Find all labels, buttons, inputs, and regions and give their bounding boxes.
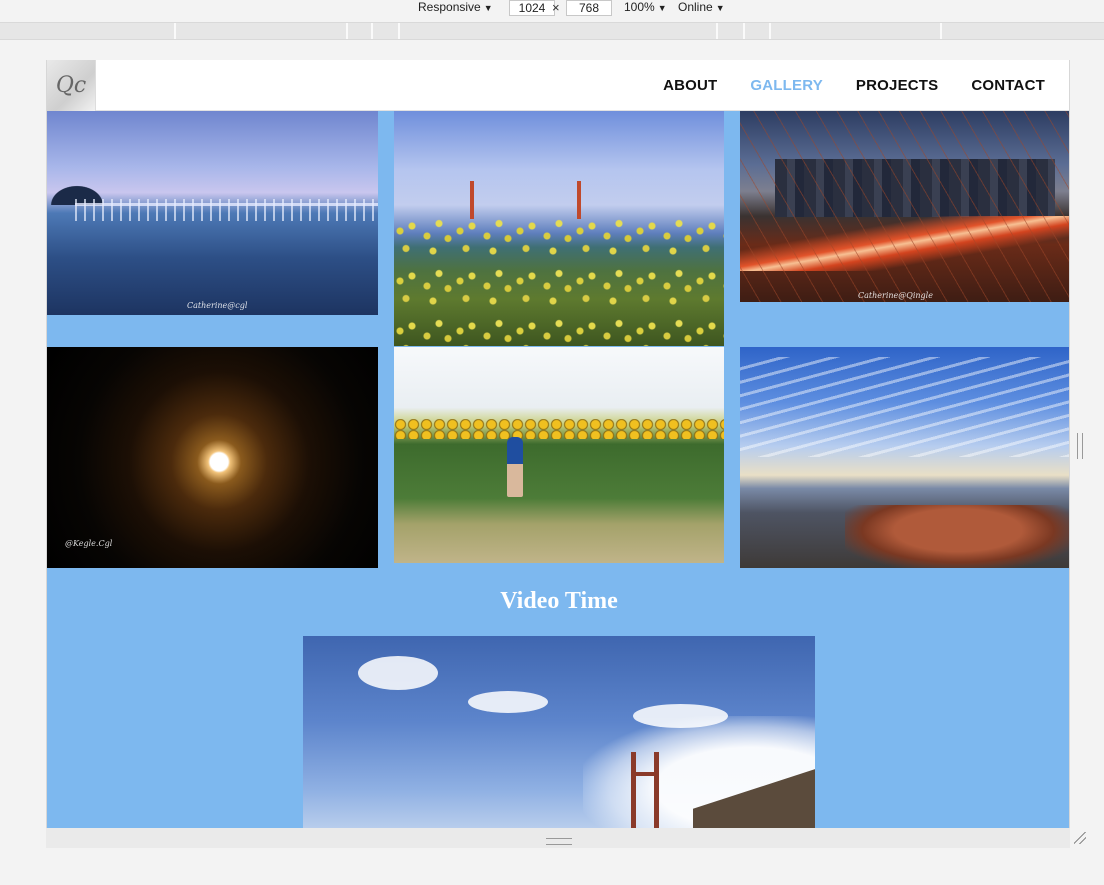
- emulated-viewport: Qc ABOUT GALLERY PROJECTS CONTACT Cather…: [46, 60, 1070, 828]
- lake-pier-photo[interactable]: Catherine@cgl: [47, 111, 378, 315]
- nav-gallery[interactable]: GALLERY: [750, 77, 823, 94]
- ruler-divider: [371, 23, 373, 39]
- width-resize-handle[interactable]: [1077, 433, 1083, 459]
- bridge-tower: [577, 181, 581, 219]
- height-resize-handle[interactable]: [546, 838, 572, 845]
- full-moon-clouds-photo[interactable]: @Kegle.Cgl: [47, 347, 378, 568]
- ruler-divider: [769, 23, 771, 39]
- cloud: [468, 691, 548, 713]
- person-figure: [507, 437, 523, 497]
- cloud: [358, 656, 438, 690]
- summit-rocks: [845, 505, 1069, 568]
- site-logo[interactable]: Qc: [47, 60, 96, 111]
- ruler-divider: [940, 23, 942, 39]
- wildflowers: [394, 216, 724, 346]
- device-toolbar: Responsive▼ × 100%▼ Online▼: [0, 0, 1104, 18]
- ruler-divider: [174, 23, 176, 39]
- photo-signature: Catherine@Qingle: [858, 291, 933, 300]
- network-throttle-select[interactable]: Online ▼: [678, 0, 725, 15]
- corner-resize-handle[interactable]: [1074, 832, 1086, 844]
- sunflower-row: [394, 419, 724, 439]
- times-icon: ×: [552, 0, 560, 15]
- sky-clouds: [740, 357, 1069, 457]
- photo-signature: Catherine@cgl: [187, 301, 248, 310]
- brooklyn-bridge-night-photo[interactable]: Catherine@Qingle: [740, 111, 1069, 302]
- video-section-title: Video Time: [500, 588, 618, 614]
- nav-about[interactable]: ABOUT: [663, 77, 717, 94]
- pier-deck: [75, 203, 378, 206]
- network-select-label: Online: [678, 0, 713, 14]
- golden-gate-fog-video[interactable]: [303, 636, 815, 828]
- ruler-divider: [743, 23, 745, 39]
- photo-signature: @Kegle.Cgl: [65, 539, 113, 548]
- site-header: Qc ABOUT GALLERY PROJECTS CONTACT: [47, 60, 1069, 111]
- sunflower-field-photo[interactable]: [394, 347, 724, 563]
- mountain-summit-photo[interactable]: [740, 347, 1069, 568]
- ruler-divider: [346, 23, 348, 39]
- nav-projects[interactable]: PROJECTS: [856, 77, 938, 94]
- chevron-down-icon: ▼: [715, 3, 725, 13]
- chevron-down-icon: ▼: [483, 3, 493, 13]
- viewport-width-input[interactable]: [509, 0, 555, 16]
- zoom-select[interactable]: 100% ▼: [624, 0, 667, 15]
- bridge-tower: [631, 752, 659, 828]
- ruler-divider: [716, 23, 718, 39]
- device-select-label: Responsive: [418, 0, 481, 14]
- nav-contact[interactable]: CONTACT: [971, 77, 1045, 94]
- bridge-cables: [740, 111, 1069, 302]
- media-query-ruler[interactable]: [0, 22, 1104, 40]
- golden-gate-wildflowers-photo[interactable]: [394, 111, 724, 346]
- viewport-height-input[interactable]: [566, 0, 612, 16]
- chevron-down-icon: ▼: [657, 3, 667, 13]
- ruler-divider: [398, 23, 400, 39]
- device-select[interactable]: Responsive ▼: [418, 0, 493, 15]
- main-nav: ABOUT GALLERY PROJECTS CONTACT: [630, 60, 1045, 111]
- bridge-tower: [470, 181, 474, 219]
- zoom-select-label: 100%: [624, 0, 655, 14]
